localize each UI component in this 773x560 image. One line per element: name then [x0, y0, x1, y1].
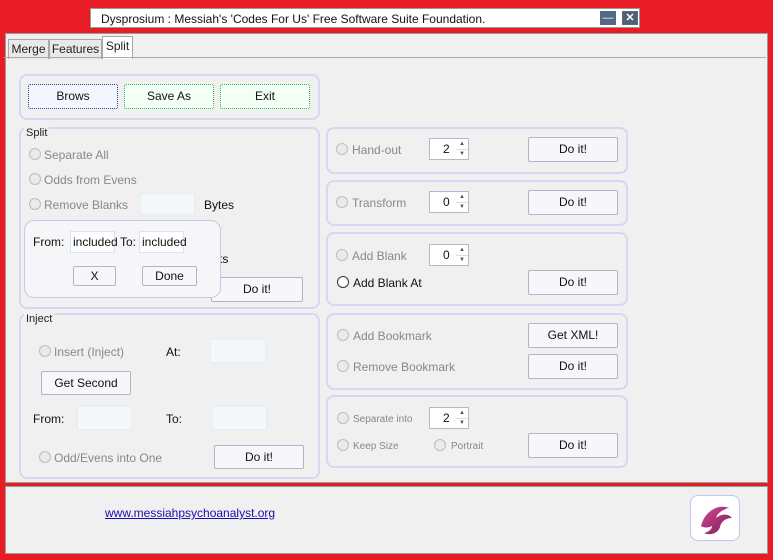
keep-size-label: Keep Size: [353, 441, 399, 452]
add-bookmark-radio[interactable]: [337, 329, 349, 341]
add-blank-label: Add Blank: [352, 249, 407, 263]
inject-from-label: From:: [33, 412, 65, 426]
spinner-down-icon[interactable]: ▼: [456, 202, 468, 212]
spinner-down-icon[interactable]: ▼: [456, 255, 468, 265]
phoenix-logo-icon[interactable]: [690, 495, 740, 541]
range-from-input[interactable]: included: [70, 231, 118, 253]
odds-from-evens-label: Odds from Evens: [44, 173, 137, 187]
remove-bookmark-radio[interactable]: [337, 360, 349, 372]
inject-group-title: Inject: [24, 313, 55, 325]
handout-spinner[interactable]: 2 ▲ ▼: [429, 138, 469, 160]
handout-label: Hand-out: [352, 143, 402, 157]
tab-divider: [4, 57, 766, 58]
transform-do-it-button[interactable]: Do it!: [528, 190, 618, 215]
title-bar: Dysprosium : Messiah's 'Codes For Us' Fr…: [90, 8, 640, 28]
portrait-label: Portrait: [451, 441, 484, 452]
inject-at-label: At:: [166, 345, 181, 359]
phoenix-logo-graphic: [701, 506, 732, 535]
separate-into-radio[interactable]: [337, 412, 349, 424]
handout-do-it-button[interactable]: Do it!: [528, 137, 618, 162]
separate-all-radio[interactable]: [29, 148, 41, 160]
handout-value: 2: [443, 142, 450, 156]
inject-do-it-button[interactable]: Do it!: [214, 445, 304, 469]
range-done-button[interactable]: Done: [142, 266, 197, 286]
add-blank-at-label: Add Blank At: [353, 276, 422, 290]
add-blank-radio[interactable]: [336, 249, 348, 261]
get-xml-button[interactable]: Get XML!: [528, 323, 618, 348]
transform-radio[interactable]: [336, 196, 348, 208]
range-from-label: From:: [33, 235, 65, 249]
exit-button[interactable]: Exit: [220, 84, 310, 109]
inject-from-input[interactable]: [77, 406, 132, 430]
add-blank-at-radio[interactable]: [337, 276, 349, 288]
separate-do-it-button[interactable]: Do it!: [528, 433, 618, 458]
insert-inject-label: Insert (Inject): [54, 345, 125, 359]
separate-into-label: Separate into: [353, 414, 413, 425]
minimize-button[interactable]: —: [600, 11, 616, 25]
save-as-button[interactable]: Save As: [124, 84, 214, 109]
add-blank-value: 0: [443, 248, 450, 262]
add-blank-spinner[interactable]: 0 ▲ ▼: [429, 244, 469, 266]
inject-to-label: To:: [166, 412, 183, 426]
range-to-label: To:: [120, 235, 137, 249]
odd-evens-label: Odd/Evens into One: [54, 451, 163, 465]
website-link[interactable]: www.messiahpsychoanalyst.org: [105, 506, 275, 520]
remove-blanks-radio[interactable]: [29, 198, 41, 210]
get-second-button[interactable]: Get Second: [41, 371, 131, 395]
tab-split[interactable]: Split: [102, 36, 133, 59]
transform-label: Transform: [352, 196, 407, 210]
spinner-down-icon[interactable]: ▼: [456, 418, 468, 428]
transform-value: 0: [443, 195, 450, 209]
add-bookmark-label: Add Bookmark: [353, 329, 432, 343]
browse-button[interactable]: Brows: [28, 84, 118, 109]
tab-merge[interactable]: Merge: [8, 39, 49, 59]
keep-size-radio[interactable]: [337, 439, 349, 451]
split-do-it-button[interactable]: Do it!: [211, 277, 303, 302]
window-title: Dysprosium : Messiah's 'Codes For Us' Fr…: [101, 12, 486, 26]
separate-all-label: Separate All: [44, 148, 109, 162]
split-group-title: Split: [24, 127, 50, 139]
odd-evens-radio[interactable]: [39, 451, 51, 463]
bytes-label: Bytes: [204, 198, 235, 212]
handout-radio[interactable]: [336, 143, 348, 155]
blank-do-it-button[interactable]: Do it!: [528, 270, 618, 295]
range-to-input[interactable]: included: [139, 231, 187, 253]
range-cancel-button[interactable]: X: [73, 266, 116, 286]
separate-value: 2: [443, 411, 450, 425]
odds-from-evens-radio[interactable]: [29, 173, 41, 185]
spinner-down-icon[interactable]: ▼: [456, 149, 468, 159]
remove-bookmark-label: Remove Bookmark: [353, 360, 456, 374]
footer-panel: [5, 486, 768, 554]
bookmark-do-it-button[interactable]: Do it!: [528, 354, 618, 379]
blank-bytes-input[interactable]: [140, 193, 195, 215]
transform-spinner[interactable]: 0 ▲ ▼: [429, 191, 469, 213]
inject-at-input[interactable]: [210, 339, 266, 363]
tab-features[interactable]: Features: [49, 39, 102, 59]
close-button[interactable]: ✕: [622, 11, 638, 25]
separate-spinner[interactable]: 2 ▲ ▼: [429, 407, 469, 429]
portrait-radio[interactable]: [434, 439, 446, 451]
insert-inject-radio[interactable]: [39, 345, 51, 357]
page-range-popup: From: included To: included X Done: [24, 220, 221, 298]
remove-blanks-label: Remove Blanks: [44, 198, 129, 212]
inject-to-input[interactable]: [212, 406, 267, 430]
